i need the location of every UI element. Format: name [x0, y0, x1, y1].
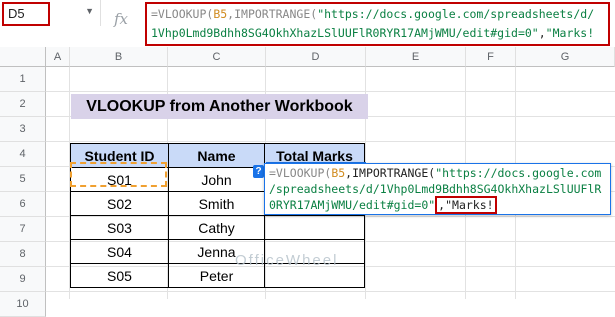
cell-student-id[interactable]: S05 [70, 263, 169, 288]
row-header-1[interactable]: 1 [0, 67, 46, 92]
cell-student-id[interactable]: S02 [70, 191, 169, 216]
editor-line-2: /spreadsheets/d/1Vhp0Lmd9Bdhh8SG4OkhXhaz… [269, 181, 606, 197]
header-name[interactable]: Name [168, 143, 265, 168]
row-header-2[interactable]: 2 [0, 92, 46, 117]
name-box-container: D5 ▼ [0, 0, 101, 26]
cell-name[interactable]: Smith [168, 191, 265, 216]
cell-student-id[interactable]: S03 [70, 215, 169, 240]
grid-line [46, 91, 615, 92]
editor-func-2: ,IMPORTRANGE( [345, 166, 436, 180]
formula-ref: B5 [213, 7, 228, 21]
formula-url-2: 1Vhp0Lmd9Bdhh8SG4OkhXhazLSlUUFlR0RYR17AM… [151, 26, 539, 40]
cell-formula-editor[interactable]: =VLOOKUP(B5,IMPORTRANGE("https://docs.go… [264, 163, 611, 215]
grid-line [46, 291, 615, 292]
formula-func: =VLOOKUP( [151, 7, 214, 21]
formula-help-icon[interactable]: ? [253, 165, 264, 178]
formula-sheet: "Marks! [545, 26, 595, 40]
referenced-cell-highlight [70, 162, 167, 187]
formula-line-1: =VLOOKUP(B5,IMPORTRANGE("https://docs.go… [151, 5, 604, 24]
sheet-title[interactable]: VLOOKUP from Another Workbook [71, 94, 368, 119]
editor-url-2: /spreadsheets/d/1Vhp0Lmd9Bdhh8SG4OkhXhaz… [269, 182, 602, 196]
row-header-9[interactable]: 9 [0, 267, 46, 292]
formula-url-1: "https://docs.google.com/spreadsheets/d/ [317, 7, 595, 21]
editor-url-1: "https://docs.google.com [435, 166, 602, 180]
column-header-e[interactable]: E [366, 47, 466, 67]
row-header-7[interactable]: 7 [0, 217, 46, 242]
grid-line [46, 141, 615, 142]
column-header-f[interactable]: F [466, 47, 516, 67]
row-header-8[interactable]: 8 [0, 242, 46, 267]
editor-url-3: 0RYR17AMjWMU/edit#gid=0" [269, 198, 436, 212]
column-header-a[interactable]: A [46, 47, 70, 67]
formula-func-2: ,IMPORTRANGE( [227, 7, 318, 21]
editor-sheet-text: ,"Marks! [438, 198, 494, 212]
watermark: OfficeWheel [235, 252, 339, 269]
table-row: S03 Cathy [70, 215, 365, 240]
formula-line-2: 1Vhp0Lmd9Bdhh8SG4OkhXhazLSlUUFlR0RYR17AM… [151, 24, 604, 43]
editor-func: =VLOOKUP( [269, 166, 332, 180]
formula-bar[interactable]: =VLOOKUP(B5,IMPORTRANGE("https://docs.go… [145, 2, 610, 46]
cell-student-id[interactable]: S04 [70, 239, 169, 264]
formula-sep: , [538, 26, 546, 40]
row-header-4[interactable]: 4 [0, 142, 46, 167]
select-all-corner[interactable] [0, 47, 46, 67]
editor-line-1: =VLOOKUP(B5,IMPORTRANGE("https://docs.go… [269, 165, 606, 181]
row-header-5[interactable]: 5 [0, 167, 46, 192]
row-header-6[interactable]: 6 [0, 192, 46, 217]
name-box[interactable]: D5 [2, 2, 50, 26]
column-header-c[interactable]: C [168, 47, 266, 67]
editor-highlight-sheet: ,"Marks! [435, 196, 497, 214]
row-header-3[interactable]: 3 [0, 117, 46, 142]
editor-ref: B5 [331, 166, 346, 180]
editor-line-3: 0RYR17AMjWMU/edit#gid=0" ,"Marks! [269, 196, 606, 214]
column-header-b[interactable]: B [70, 47, 168, 67]
cell-name[interactable]: Cathy [168, 215, 265, 240]
cell-total-marks[interactable] [264, 215, 365, 240]
fx-icon: fx [114, 10, 129, 28]
column-header-d[interactable]: D [266, 47, 366, 67]
column-header-g[interactable]: G [516, 47, 615, 67]
row-header-10[interactable]: 10 [0, 292, 46, 317]
chevron-down-icon[interactable]: ▼ [85, 6, 94, 16]
cell-name[interactable]: John [168, 167, 265, 192]
